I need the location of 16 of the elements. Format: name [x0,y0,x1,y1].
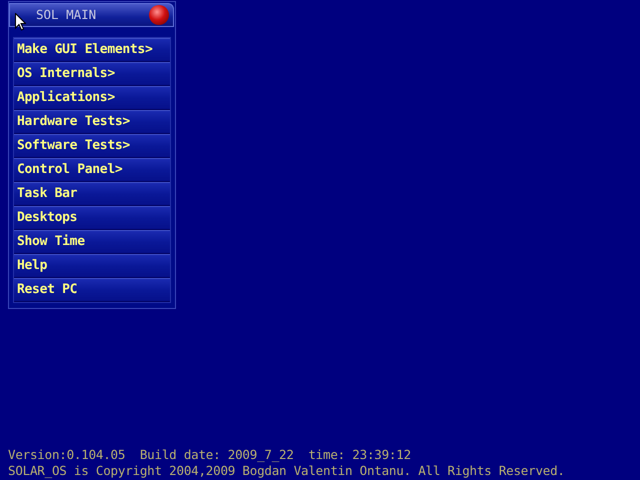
menu-item[interactable]: Help [14,254,170,278]
menu-item[interactable]: Show Time [14,230,170,254]
status-text: Version:0.104.05 Build date: 2009_7_22 time: 23:39:12 [8,447,412,463]
menu-item[interactable]: Control Panel> [14,158,170,182]
menu-item[interactable]: Task Bar [14,182,170,206]
window-title: SOL MAIN [36,6,96,24]
menu-item[interactable]: Make GUI Elements> [14,38,170,62]
menu-item[interactable]: OS Internals> [14,62,170,86]
mouse-pointer-icon [15,13,26,31]
menu-item[interactable]: Applications> [14,86,170,110]
status-text: SOLAR_OS is Copyright 2004,2009 Bogdan Valentin Ontanu. All Rights Reserved. [8,463,565,479]
close-ball-icon[interactable] [149,5,169,25]
menu-item[interactable]: Desktops [14,206,170,230]
menu-item[interactable]: Hardware Tests> [14,110,170,134]
menu-item[interactable]: Software Tests> [14,134,170,158]
menu-item[interactable]: Reset PC [14,278,170,302]
